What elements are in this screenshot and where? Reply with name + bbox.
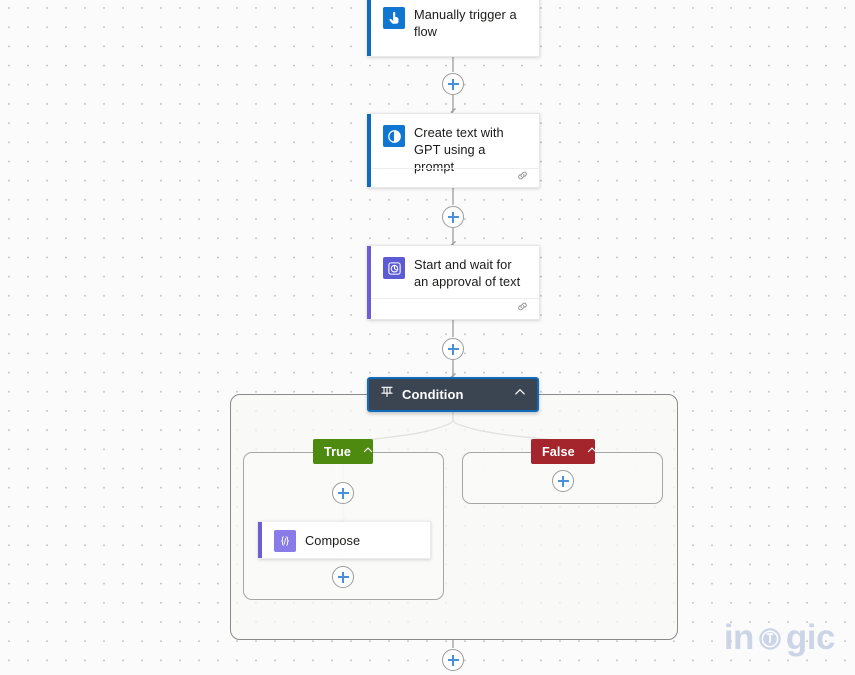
card-body: Manually trigger a flow [367, 0, 539, 56]
branch-label: False [542, 444, 575, 459]
action-card-manual-trigger[interactable]: Manually trigger a flow [367, 0, 540, 57]
manual-trigger-icon [383, 7, 405, 29]
link-chain-icon[interactable] [516, 300, 529, 318]
card-title: Compose [305, 532, 361, 548]
flow-designer-canvas[interactable]: Manually trigger a flow Create text with… [0, 0, 855, 675]
card-accent-bar [367, 0, 371, 56]
inogic-watermark: in gic [723, 618, 836, 657]
card-footer [367, 168, 539, 187]
approval-clock-icon [383, 257, 405, 279]
add-step-after-approval[interactable] [442, 338, 464, 360]
add-step-after-gpt[interactable] [442, 206, 464, 228]
card-title: Start and wait for an approval of text [414, 257, 521, 289]
action-card-approval[interactable]: Start and wait for an approval of text [367, 245, 540, 320]
condition-node[interactable]: Condition [367, 377, 539, 412]
action-card-create-text-gpt[interactable]: Create text with GPT using a prompt [367, 113, 540, 188]
card-accent-bar [367, 246, 371, 319]
card-footer [367, 297, 539, 319]
watermark-text-before: in [723, 618, 755, 657]
add-step-after-trigger[interactable] [442, 73, 464, 95]
condition-branch-icon [380, 385, 394, 404]
action-card-compose[interactable]: Compose [258, 521, 431, 559]
compose-braces-icon [274, 529, 296, 552]
card-body: Start and wait for an approval of text [367, 246, 539, 298]
card-accent-bar [367, 114, 371, 187]
add-step-true-branch-top[interactable] [332, 482, 354, 504]
card-accent-bar [258, 522, 262, 558]
branch-pill-true[interactable]: True [313, 439, 373, 464]
chevron-up-icon[interactable] [513, 385, 527, 404]
watermark-text-after: gic [785, 618, 836, 657]
card-body: Create text with GPT using a prompt [367, 114, 539, 174]
card-title: Manually trigger a flow [414, 7, 517, 39]
condition-label: Condition [402, 387, 464, 402]
watermark-logo-icon [755, 623, 785, 653]
ai-builder-gpt-icon [383, 125, 405, 147]
link-chain-icon[interactable] [516, 169, 529, 187]
chevron-up-icon[interactable] [362, 443, 374, 461]
branch-pill-false[interactable]: False [531, 439, 598, 464]
add-step-false-branch[interactable] [552, 470, 574, 492]
chevron-up-icon[interactable] [586, 443, 598, 461]
branch-label: True [324, 444, 351, 459]
add-step-true-branch-bottom[interactable] [332, 566, 354, 588]
add-step-after-condition[interactable] [442, 649, 464, 671]
